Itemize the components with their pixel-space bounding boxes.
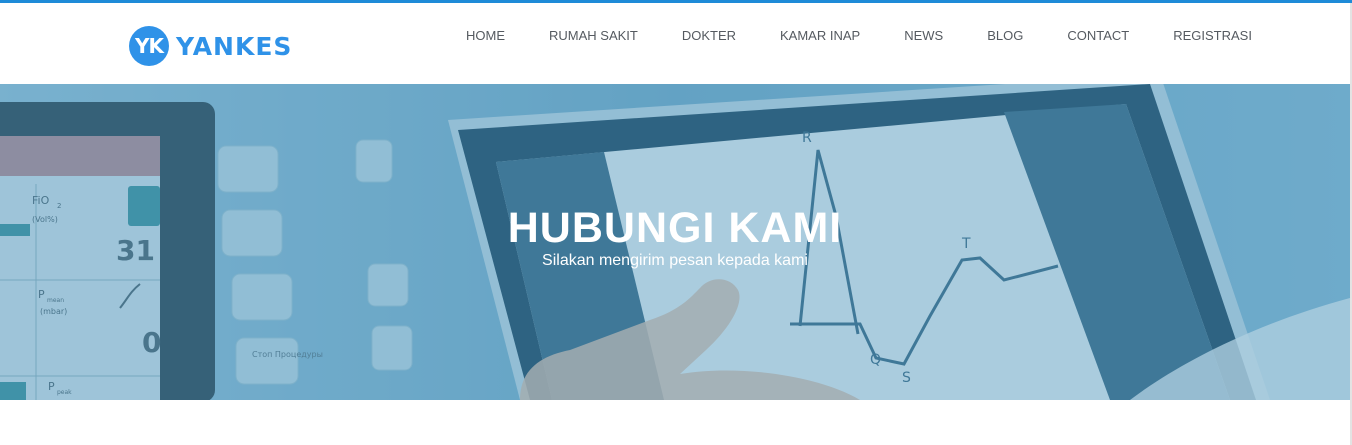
hero-title: HUBUNGI KAMI: [507, 204, 843, 252]
nav-item-registrasi[interactable]: REGISTRASI: [1151, 27, 1274, 45]
logo-badge: YK: [129, 26, 169, 66]
nav-item-home[interactable]: HOME: [444, 27, 527, 45]
hero-banner: FiO 2 (Vol%) 31 P mean (mbar) 0 P peak С…: [0, 84, 1350, 400]
nav-item-kamar-inap[interactable]: KAMAR INAP: [758, 27, 882, 45]
logo-text: YANKES: [176, 31, 293, 61]
nav-item-dokter[interactable]: DOKTER: [660, 27, 758, 45]
nav-item-contact[interactable]: CONTACT: [1045, 27, 1151, 45]
nav-item-news[interactable]: NEWS: [882, 27, 965, 45]
site-header: YK YANKES HOME RUMAH SAKIT DOKTER KAMAR …: [0, 3, 1352, 84]
nav-item-rumah-sakit[interactable]: RUMAH SAKIT: [527, 27, 660, 45]
hero-subtitle: Silakan mengirim pesan kepada kami: [542, 252, 808, 269]
nav-item-blog[interactable]: BLOG: [965, 27, 1045, 45]
main-nav: HOME RUMAH SAKIT DOKTER KAMAR INAP NEWS …: [444, 27, 1274, 45]
brand-logo[interactable]: YK YANKES: [129, 26, 292, 66]
